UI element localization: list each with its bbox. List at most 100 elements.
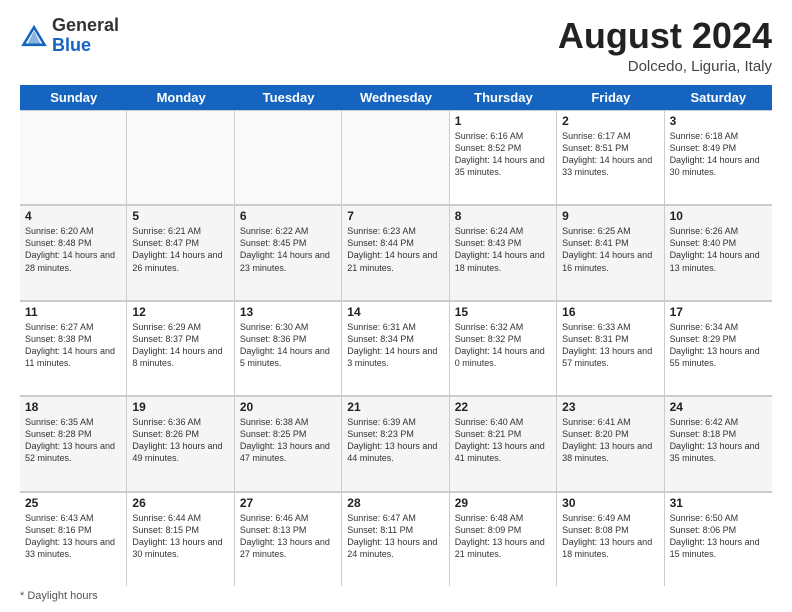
calendar-body: 1Sunrise: 6:16 AM Sunset: 8:52 PM Daylig… [20, 110, 772, 586]
logo: General Blue [20, 16, 119, 56]
day-number: 23 [562, 400, 658, 414]
cell-info: Sunrise: 6:40 AM Sunset: 8:21 PM Dayligh… [455, 416, 551, 465]
calendar-cell: 15Sunrise: 6:32 AM Sunset: 8:32 PM Dayli… [450, 302, 557, 395]
day-number: 1 [455, 114, 551, 128]
day-header-sunday: Sunday [20, 85, 127, 110]
calendar-cell: 22 Sunrise: 6:40 AM Sunset: 8:21 PM Dayli… [450, 397, 557, 490]
day-header-monday: Monday [127, 85, 234, 110]
calendar-cell: 17Sunrise: 6:34 AM Sunset: 8:29 PM Dayli… [665, 302, 772, 395]
cell-info: Sunrise: 6:48 AM Sunset: 8:09 PM Dayligh… [455, 512, 551, 561]
calendar-week-2: 4 Sunrise: 6:20 AM Sunset: 8:48 PM Daylig… [20, 205, 772, 300]
cell-info: Sunrise: 6:26 AM Sunset: 8:40 PM Dayligh… [670, 225, 767, 274]
cell-info: Sunrise: 6:18 AM Sunset: 8:49 PM Dayligh… [670, 130, 767, 179]
day-number: 28 [347, 496, 443, 510]
day-number: 3 [670, 114, 767, 128]
cell-info: Sunrise: 6:46 AM Sunset: 8:13 PM Dayligh… [240, 512, 336, 561]
calendar-cell: 21Sunrise: 6:39 AM Sunset: 8:23 PM Dayli… [342, 397, 449, 490]
day-header-wednesday: Wednesday [342, 85, 449, 110]
calendar-cell: 31Sunrise: 6:50 AM Sunset: 8:06 PM Dayli… [665, 493, 772, 586]
calendar-cell [20, 111, 127, 204]
day-number: 18 [25, 400, 121, 414]
calendar-cell: 26 Sunrise: 6:44 AM Sunset: 8:15 PM Dayli… [127, 493, 234, 586]
day-number: 29 [455, 496, 551, 510]
calendar-cell: 9 Sunrise: 6:25 AM Sunset: 8:41 PM Daylig… [557, 206, 664, 299]
calendar-cell: 30Sunrise: 6:49 AM Sunset: 8:08 PM Dayli… [557, 493, 664, 586]
cell-info: Sunrise: 6:21 AM Sunset: 8:47 PM Dayligh… [132, 225, 228, 274]
cell-info: Sunrise: 6:33 AM Sunset: 8:31 PM Dayligh… [562, 321, 658, 370]
calendar-cell: 18 Sunrise: 6:35 AM Sunset: 8:28 PM Dayli… [20, 397, 127, 490]
day-header-friday: Friday [557, 85, 664, 110]
day-number: 4 [25, 209, 121, 223]
day-number: 9 [562, 209, 658, 223]
day-number: 10 [670, 209, 767, 223]
cell-info: Sunrise: 6:34 AM Sunset: 8:29 PM Dayligh… [670, 321, 767, 370]
cell-info: Sunrise: 6:44 AM Sunset: 8:15 PM Dayligh… [132, 512, 228, 561]
calendar-cell: 29 Sunrise: 6:48 AM Sunset: 8:09 PM Dayli… [450, 493, 557, 586]
footer-note: * Daylight hours [20, 586, 772, 602]
day-number: 26 [132, 496, 228, 510]
month-year: August 2024 [558, 16, 772, 56]
day-number: 5 [132, 209, 228, 223]
logo-general: General [52, 15, 119, 35]
calendar-cell [127, 111, 234, 204]
calendar-cell: 1Sunrise: 6:16 AM Sunset: 8:52 PM Daylig… [450, 111, 557, 204]
cell-info: Sunrise: 6:36 AM Sunset: 8:26 PM Dayligh… [132, 416, 228, 465]
calendar-week-5: 25Sunrise: 6:43 AM Sunset: 8:16 PM Dayli… [20, 492, 772, 586]
calendar-week-4: 18 Sunrise: 6:35 AM Sunset: 8:28 PM Dayli… [20, 396, 772, 491]
calendar-cell: 23 Sunrise: 6:41 AM Sunset: 8:20 PM Dayli… [557, 397, 664, 490]
calendar-cell: 16Sunrise: 6:33 AM Sunset: 8:31 PM Dayli… [557, 302, 664, 395]
day-number: 22 [455, 400, 551, 414]
location: Dolcedo, Liguria, Italy [558, 58, 772, 75]
cell-info: Sunrise: 6:17 AM Sunset: 8:51 PM Dayligh… [562, 130, 658, 179]
day-number: 2 [562, 114, 658, 128]
day-header-thursday: Thursday [450, 85, 557, 110]
header: General Blue August 2024 Dolcedo, Liguri… [20, 16, 772, 75]
calendar-cell: 20 Sunrise: 6:38 AM Sunset: 8:25 PM Dayli… [235, 397, 342, 490]
cell-info: Sunrise: 6:41 AM Sunset: 8:20 PM Dayligh… [562, 416, 658, 465]
calendar-cell: 11Sunrise: 6:27 AM Sunset: 8:38 PM Dayli… [20, 302, 127, 395]
cell-info: Sunrise: 6:22 AM Sunset: 8:45 PM Dayligh… [240, 225, 336, 274]
day-number: 27 [240, 496, 336, 510]
cell-info: Sunrise: 6:23 AM Sunset: 8:44 PM Dayligh… [347, 225, 443, 274]
page: General Blue August 2024 Dolcedo, Liguri… [0, 0, 792, 612]
logo-blue: Blue [52, 35, 91, 55]
day-header-saturday: Saturday [665, 85, 772, 110]
cell-info: Sunrise: 6:31 AM Sunset: 8:34 PM Dayligh… [347, 321, 443, 370]
day-number: 11 [25, 305, 121, 319]
calendar-cell: 28Sunrise: 6:47 AM Sunset: 8:11 PM Dayli… [342, 493, 449, 586]
calendar-week-3: 11Sunrise: 6:27 AM Sunset: 8:38 PM Dayli… [20, 301, 772, 396]
cell-info: Sunrise: 6:25 AM Sunset: 8:41 PM Dayligh… [562, 225, 658, 274]
cell-info: Sunrise: 6:50 AM Sunset: 8:06 PM Dayligh… [670, 512, 767, 561]
day-number: 20 [240, 400, 336, 414]
day-number: 13 [240, 305, 336, 319]
calendar-cell: 3 Sunrise: 6:18 AM Sunset: 8:49 PM Daylig… [665, 111, 772, 204]
cell-info: Sunrise: 6:29 AM Sunset: 8:37 PM Dayligh… [132, 321, 228, 370]
logo-icon [20, 22, 48, 50]
cell-info: Sunrise: 6:30 AM Sunset: 8:36 PM Dayligh… [240, 321, 336, 370]
cell-info: Sunrise: 6:20 AM Sunset: 8:48 PM Dayligh… [25, 225, 121, 274]
calendar-cell: 25Sunrise: 6:43 AM Sunset: 8:16 PM Dayli… [20, 493, 127, 586]
calendar-header: SundayMondayTuesdayWednesdayThursdayFrid… [20, 85, 772, 110]
day-number: 25 [25, 496, 121, 510]
calendar-cell [342, 111, 449, 204]
calendar-cell: 4 Sunrise: 6:20 AM Sunset: 8:48 PM Daylig… [20, 206, 127, 299]
logo-text: General Blue [52, 16, 119, 56]
title-block: August 2024 Dolcedo, Liguria, Italy [558, 16, 772, 75]
calendar-cell: 5 Sunrise: 6:21 AM Sunset: 8:47 PM Daylig… [127, 206, 234, 299]
cell-info: Sunrise: 6:24 AM Sunset: 8:43 PM Dayligh… [455, 225, 551, 274]
daylight-hours-label: Daylight hours [27, 590, 97, 602]
cell-info: Sunrise: 6:35 AM Sunset: 8:28 PM Dayligh… [25, 416, 121, 465]
calendar-cell: 13 Sunrise: 6:30 AM Sunset: 8:36 PM Dayli… [235, 302, 342, 395]
day-number: 15 [455, 305, 551, 319]
calendar-week-1: 1Sunrise: 6:16 AM Sunset: 8:52 PM Daylig… [20, 110, 772, 205]
calendar-cell: 6Sunrise: 6:22 AM Sunset: 8:45 PM Daylig… [235, 206, 342, 299]
calendar: SundayMondayTuesdayWednesdayThursdayFrid… [20, 85, 772, 586]
cell-info: Sunrise: 6:49 AM Sunset: 8:08 PM Dayligh… [562, 512, 658, 561]
day-header-tuesday: Tuesday [235, 85, 342, 110]
calendar-cell: 19Sunrise: 6:36 AM Sunset: 8:26 PM Dayli… [127, 397, 234, 490]
calendar-cell: 2 Sunrise: 6:17 AM Sunset: 8:51 PM Daylig… [557, 111, 664, 204]
calendar-cell: 8 Sunrise: 6:24 AM Sunset: 8:43 PM Daylig… [450, 206, 557, 299]
cell-info: Sunrise: 6:38 AM Sunset: 8:25 PM Dayligh… [240, 416, 336, 465]
calendar-cell: 27 Sunrise: 6:46 AM Sunset: 8:13 PM Dayli… [235, 493, 342, 586]
day-number: 8 [455, 209, 551, 223]
